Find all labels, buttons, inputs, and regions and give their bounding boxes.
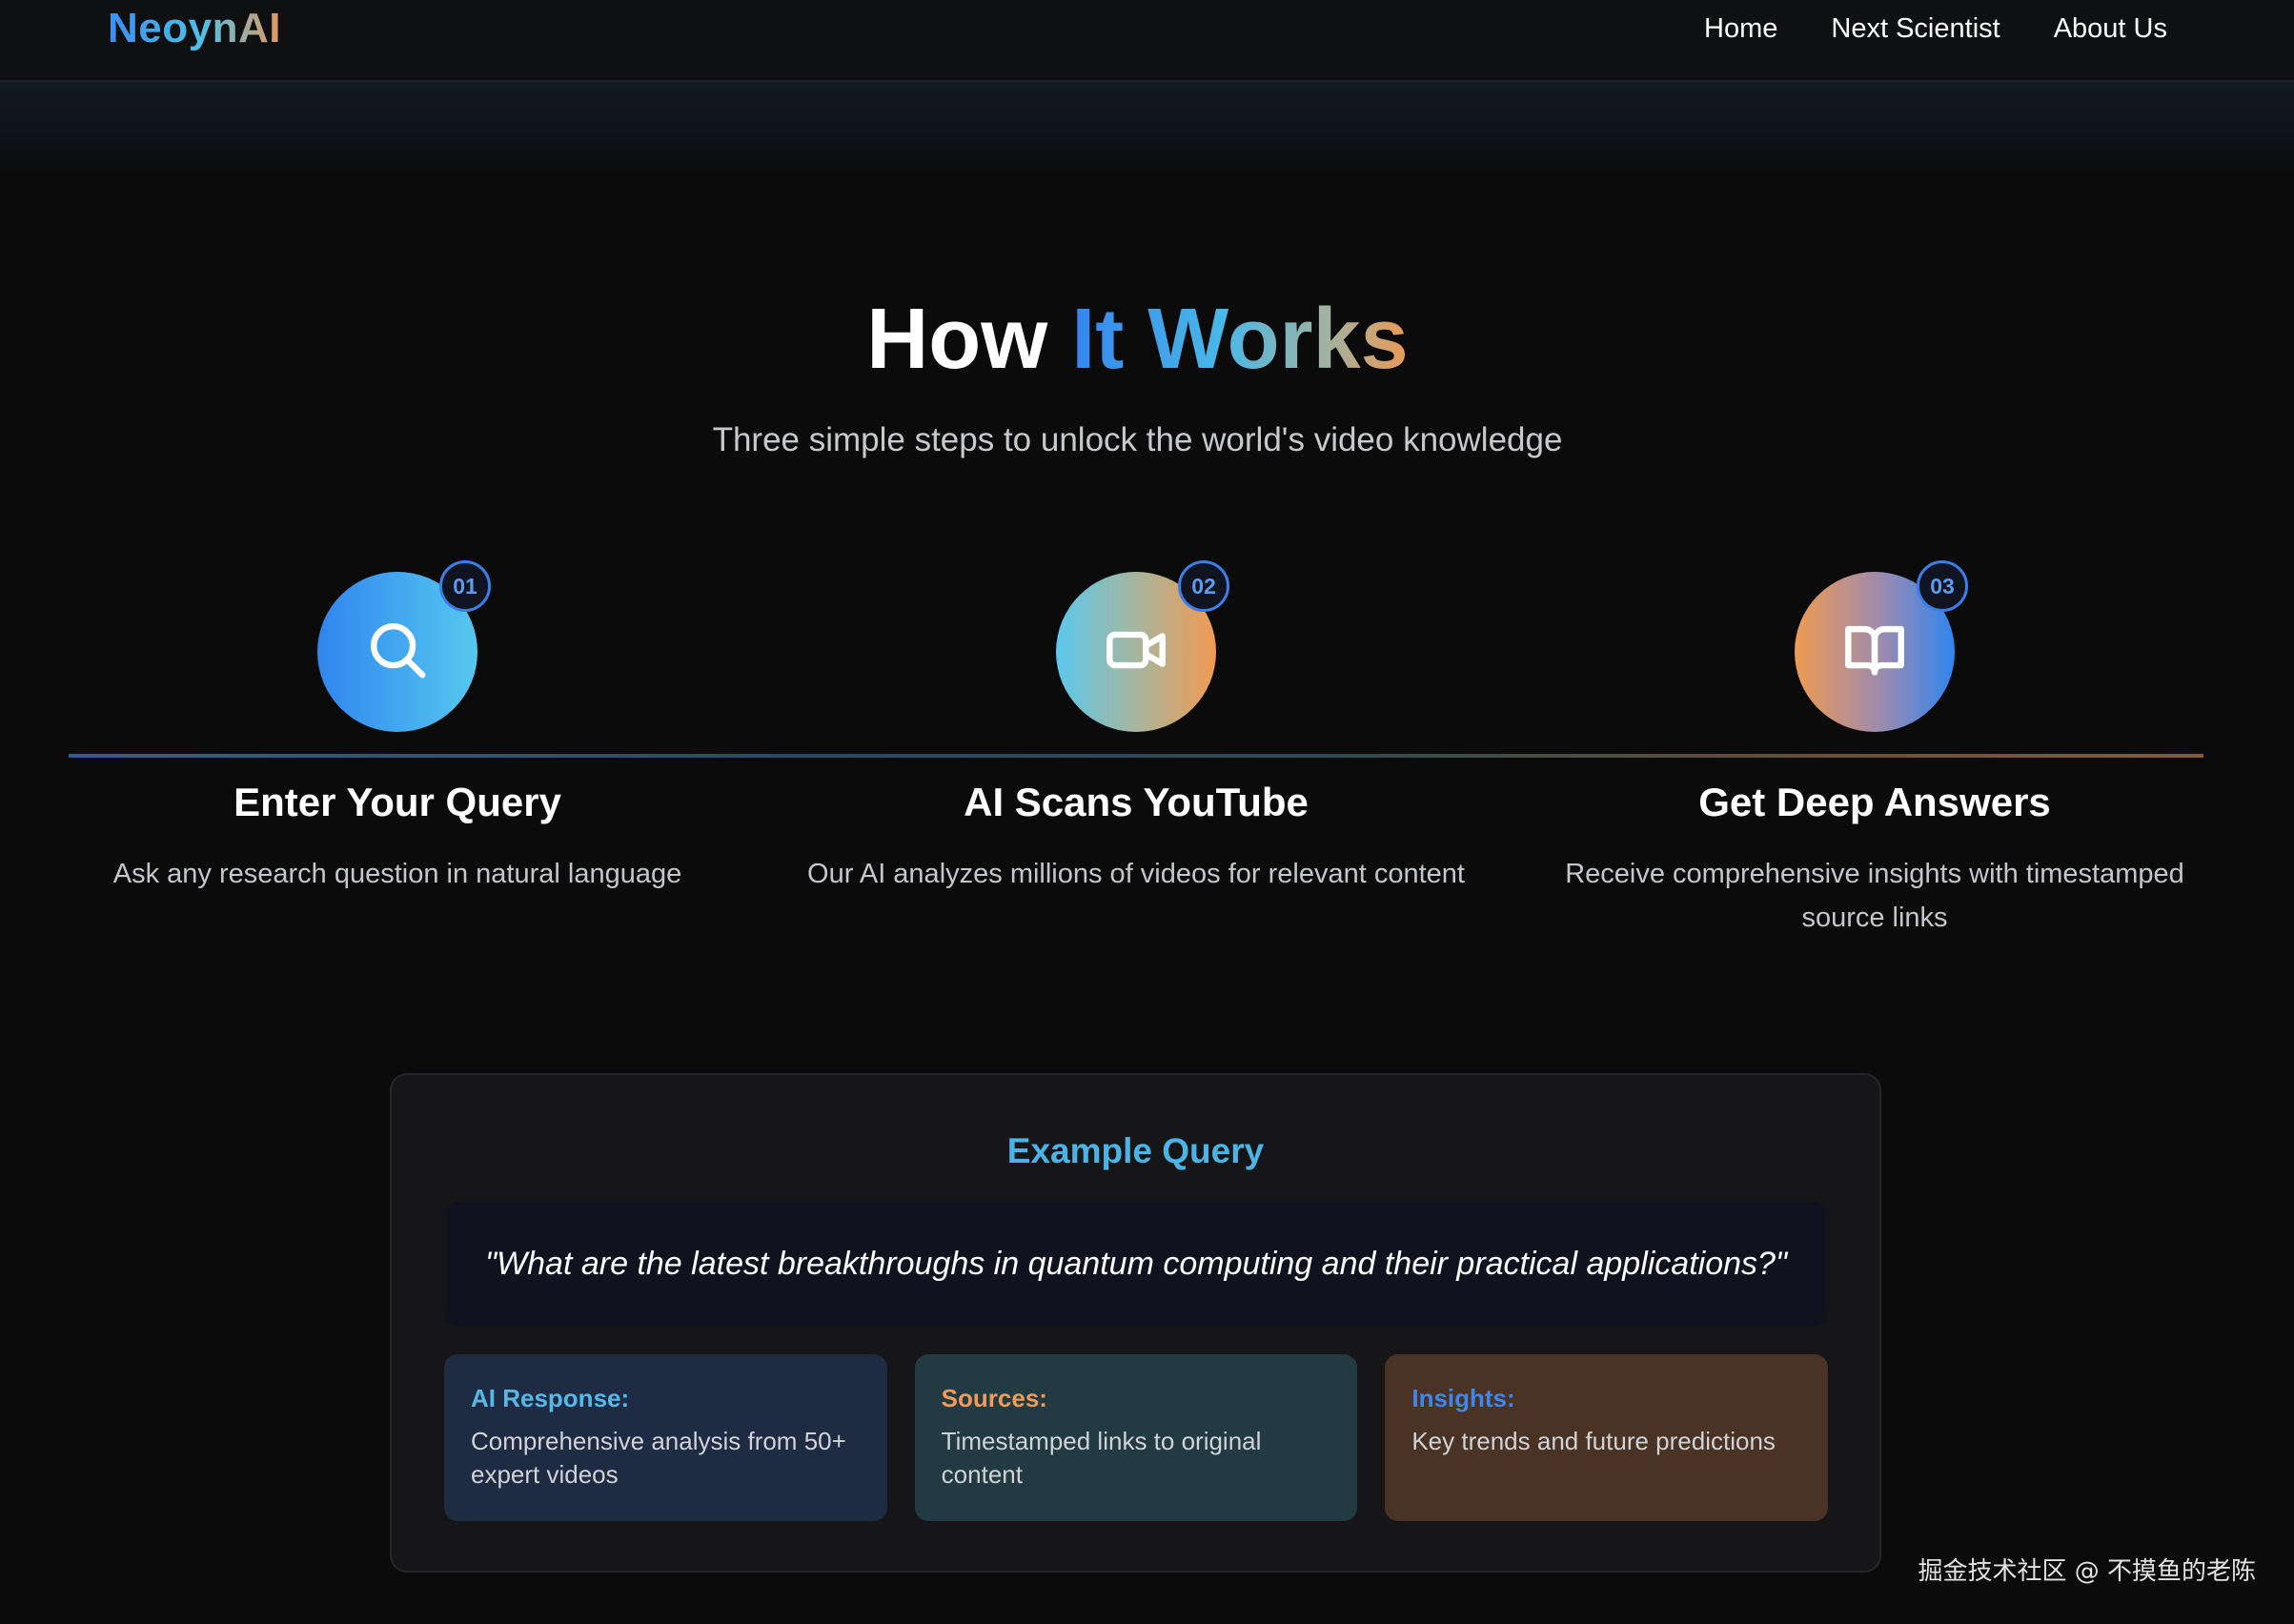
step-2: 02 AI Scans YouTube Our AI analyzes mill… bbox=[802, 560, 1470, 896]
step-2-title: AI Scans YouTube bbox=[964, 780, 1309, 824]
header-glow bbox=[0, 82, 2294, 173]
insights-card: Insights: Key trends and future predicti… bbox=[1385, 1354, 1829, 1521]
insights-label: Insights: bbox=[1411, 1384, 1515, 1412]
title-word-how: How bbox=[866, 292, 1048, 387]
nav-link-about-us[interactable]: About Us bbox=[2054, 13, 2167, 45]
step-2-number-badge: 02 bbox=[1178, 560, 1229, 612]
example-info-row: AI Response: Comprehensive analysis from… bbox=[444, 1354, 1829, 1521]
nav-links: Home Next Scientist About Us bbox=[1704, 2, 2167, 55]
open-book-icon bbox=[1841, 617, 1908, 688]
sources-label: Sources: bbox=[941, 1384, 1047, 1412]
nav-link-home[interactable]: Home bbox=[1704, 13, 1777, 45]
title-gradient-words: It Works bbox=[1071, 292, 1409, 387]
video-camera-icon bbox=[1103, 617, 1169, 688]
ai-response-text: Comprehensive analysis from 50+ expert v… bbox=[471, 1427, 846, 1489]
page-subtitle: Three simple steps to unlock the world's… bbox=[712, 421, 1563, 458]
ai-response-card: AI Response: Comprehensive analysis from… bbox=[444, 1354, 887, 1521]
watermark: 掘金技术社区 @ 不摸鱼的老陈 bbox=[1918, 1557, 2256, 1586]
step-3-icon-circle: 03 bbox=[1795, 560, 1968, 732]
step-3: 03 Get Deep Answers Receive comprehensiv… bbox=[1541, 560, 2208, 940]
example-query-title: Example Query bbox=[1006, 1131, 1265, 1170]
step-3-description: Receive comprehensive insights with time… bbox=[1565, 859, 2184, 933]
step-2-icon-circle: 02 bbox=[1056, 560, 1229, 732]
example-query-text: "What are the latest breakthroughs in qu… bbox=[484, 1245, 1788, 1282]
brand-logo[interactable]: NeoynAI bbox=[108, 2, 281, 55]
step-1-title: Enter Your Query bbox=[233, 780, 561, 824]
sources-text: Timestamped links to original content bbox=[941, 1427, 1262, 1489]
step-1: 01 Enter Your Query Ask any research que… bbox=[64, 560, 731, 896]
search-icon bbox=[364, 617, 431, 688]
example-query-card: Example Query "What are the latest break… bbox=[390, 1073, 1881, 1573]
page-title: How It Works bbox=[0, 282, 2275, 396]
top-navbar: NeoynAI Home Next Scientist About Us bbox=[0, 0, 2294, 82]
step-1-icon-circle: 01 bbox=[317, 560, 491, 732]
ai-response-label: AI Response: bbox=[471, 1384, 630, 1412]
step-1-description: Ask any research question in natural lan… bbox=[112, 859, 682, 889]
step-3-title: Get Deep Answers bbox=[1698, 780, 2051, 824]
example-query-box: "What are the latest breakthroughs in qu… bbox=[444, 1202, 1828, 1326]
step-2-description: Our AI analyzes millions of videos for r… bbox=[807, 859, 1465, 889]
step-3-number-badge: 03 bbox=[1917, 560, 1968, 612]
step-1-number-badge: 01 bbox=[439, 560, 491, 612]
sources-card: Sources: Timestamped links to original c… bbox=[914, 1354, 1358, 1521]
insights-text: Key trends and future predictions bbox=[1411, 1427, 1776, 1455]
nav-link-next-scientist[interactable]: Next Scientist bbox=[1831, 13, 2000, 45]
page: NeoynAI Home Next Scientist About Us How… bbox=[0, 0, 2294, 1624]
